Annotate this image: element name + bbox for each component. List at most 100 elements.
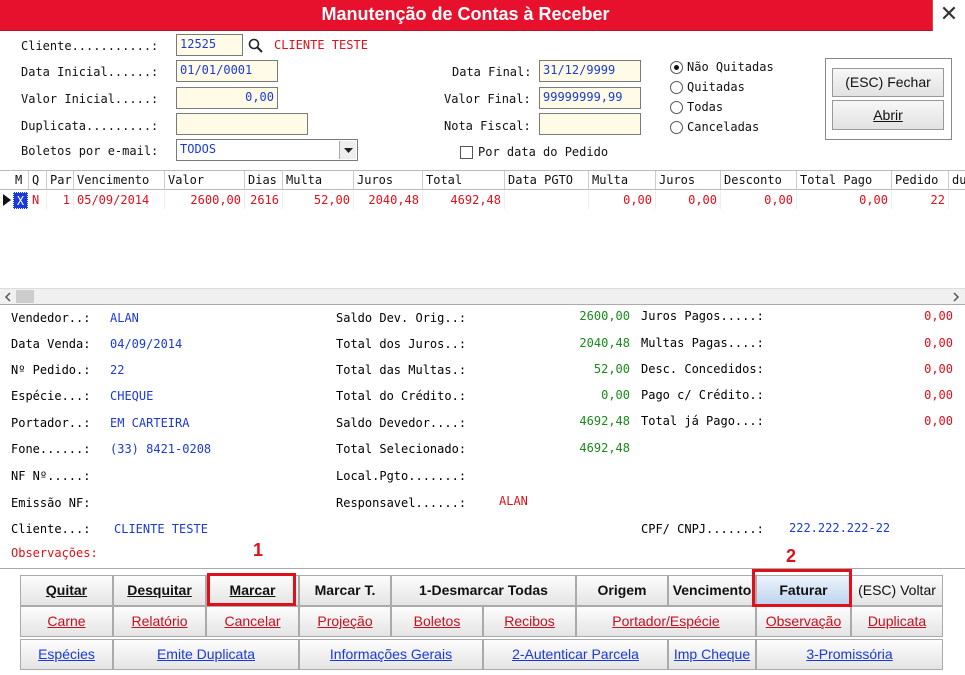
radio-todas[interactable] [670, 101, 683, 114]
especies-button[interactable]: Espécies [20, 639, 113, 670]
recibos-button[interactable]: Recibos [483, 606, 576, 637]
grid-col-pedido[interactable]: Pedido [893, 171, 949, 189]
valor-inicial-input[interactable]: 0,00 [176, 87, 278, 109]
scroll-right-icon[interactable] [951, 292, 961, 302]
grid-col-juros2[interactable]: Juros [657, 171, 721, 189]
chevron-down-icon[interactable] [339, 141, 356, 159]
cancelar-button[interactable]: Cancelar [206, 606, 299, 637]
grid-col-du[interactable]: du [950, 171, 965, 189]
origem-button[interactable]: Origem [576, 575, 668, 606]
vendedor-value: ALAN [110, 311, 139, 325]
responsavel-label: Responsavel......: [336, 496, 467, 510]
total-credito-value: 0,00 [601, 388, 630, 402]
duplicata-label: Duplicata [867, 613, 927, 629]
nota-fiscal-input[interactable] [539, 113, 641, 135]
row-total-cell: 4692,48 [424, 191, 505, 209]
portador-especie-button[interactable]: Portador/Espécie [576, 606, 756, 637]
row-juros-cell: 2040,48 [355, 191, 423, 209]
radio-label-nao-quitadas: Não Quitadas [687, 60, 774, 74]
highlight-faturar [752, 569, 852, 607]
emite-duplicata-label: Emite Duplicata [156, 646, 256, 662]
fone-label: Fone......: [11, 442, 91, 456]
total-multas-value: 52,00 [593, 362, 630, 376]
grid-col-juros[interactable]: Juros [355, 171, 423, 189]
duplicata-button[interactable]: Duplicata [851, 606, 943, 637]
grid-col-m[interactable]: M [13, 171, 29, 189]
informacoes-gerais-button[interactable]: Informações Gerais [299, 639, 483, 670]
por-data-pedido-checkbox[interactable] [460, 146, 473, 159]
boletos-value: TODOS [180, 142, 217, 156]
grid-col-total-pago[interactable]: Total Pago [798, 171, 892, 189]
emissao-nf-label: Emissão NF: [11, 496, 91, 510]
row-par-cell: 1 [48, 191, 74, 209]
valor-inicial-label: Valor Inicial.....: [21, 92, 159, 106]
close-icon[interactable]: ✕ [932, 0, 965, 31]
scroll-thumb[interactable] [16, 290, 34, 303]
relatorio-button[interactable]: Relatório [113, 606, 206, 637]
radio-canceladas[interactable] [670, 121, 683, 134]
grid-col-multa2[interactable]: Multa [590, 171, 656, 189]
radio-nao-quitadas[interactable] [670, 61, 683, 74]
search-icon[interactable] [248, 38, 264, 54]
cpf-cnpj-label: CPF/ CNPJ.......: [641, 522, 764, 536]
relatorio-label: Relatório [131, 613, 188, 629]
grid-col-desconto[interactable]: Desconto [722, 171, 797, 189]
annotation-2: 2 [786, 546, 797, 566]
data-final-input[interactable]: 31/12/9999 [539, 60, 641, 82]
juros-pagos-label: Juros Pagos.....: [641, 309, 764, 323]
saldo-devedor-label: Saldo Devedor....: [336, 416, 467, 430]
especies-label: Espécies [38, 646, 95, 662]
total-juros-value: 2040,48 [579, 336, 630, 350]
fechar-button[interactable]: (ESC) Fechar [832, 68, 944, 97]
row-q-cell: N [32, 191, 47, 209]
duplicata-input[interactable] [176, 113, 308, 135]
desmarcar-todas-button[interactable]: 1-Desmarcar Todas [391, 575, 576, 606]
carne-button[interactable]: Carne [20, 606, 113, 637]
desc-concedidos-value: 0,00 [924, 362, 953, 376]
radio-quitadas[interactable] [670, 81, 683, 94]
quitar-button[interactable]: Quitar [20, 575, 113, 606]
boletos-button[interactable]: Boletos [391, 606, 483, 637]
voltar-button[interactable]: (ESC) Voltar [851, 575, 943, 606]
promissoria-button[interactable]: 3-Promissória [756, 639, 943, 670]
grid-col-multa[interactable]: Multa [284, 171, 354, 189]
grid-col-data-pgto[interactable]: Data PGTO [506, 171, 589, 189]
grid-col-dias[interactable]: Dias [246, 171, 283, 189]
grid-col-total[interactable]: Total [424, 171, 505, 189]
scroll-left-icon[interactable] [3, 292, 13, 302]
local-pgto-label: Local.Pgto.......: [336, 469, 467, 483]
grid-col-q[interactable]: Q [30, 171, 47, 189]
horizontal-scrollbar[interactable] [0, 288, 965, 304]
saldo-devedor-value: 4692,48 [579, 414, 630, 428]
boletos-select[interactable]: TODOS [176, 139, 358, 161]
data-inicial-label: Data Inicial......: [21, 65, 159, 79]
multas-pagas-label: Multas Pagas....: [641, 336, 764, 350]
data-inicial-input[interactable]: 01/01/0001 [176, 60, 278, 82]
toolbar-row-2: Carne Relatório Cancelar Projeção Boleto… [20, 606, 943, 637]
valor-final-label: Valor Final: [444, 92, 531, 106]
desquitar-button[interactable]: Desquitar [113, 575, 206, 606]
row-pointer-icon [3, 194, 11, 206]
valor-final-input[interactable]: 99999999,99 [539, 87, 641, 109]
marcar-todos-button[interactable]: Marcar T. [299, 575, 391, 606]
total-ja-pago-label: Total já Pago...: [641, 414, 764, 428]
row-dias-cell: 2616 [246, 191, 283, 209]
vencimento-button[interactable]: Vencimento [668, 575, 756, 606]
grid-col-par[interactable]: Par [48, 171, 74, 189]
cliente-code-input[interactable]: 12525 [176, 34, 243, 56]
observacao-button[interactable]: Observação [756, 606, 851, 637]
autenticar-parcela-label: 2-Autenticar Parcela [512, 646, 639, 662]
grid-col-valor[interactable]: Valor [166, 171, 245, 189]
imp-cheque-button[interactable]: Imp Cheque [668, 639, 756, 670]
row-pedido-cell: 22 [893, 191, 949, 209]
responsavel-value: ALAN [499, 494, 528, 508]
autenticar-parcela-button[interactable]: 2-Autenticar Parcela [483, 639, 668, 670]
grid-col-vencimento[interactable]: Vencimento [75, 171, 165, 189]
especie-value: CHEQUE [110, 389, 154, 403]
emite-duplicata-button[interactable]: Emite Duplicata [113, 639, 299, 670]
projecao-button[interactable]: Projeção [299, 606, 391, 637]
portador-value: EM CARTEIRA [110, 416, 190, 430]
row-mark-cell[interactable]: X [13, 192, 28, 209]
row-desconto-cell: 0,00 [722, 191, 797, 209]
abrir-button[interactable]: Abrir [832, 100, 944, 130]
